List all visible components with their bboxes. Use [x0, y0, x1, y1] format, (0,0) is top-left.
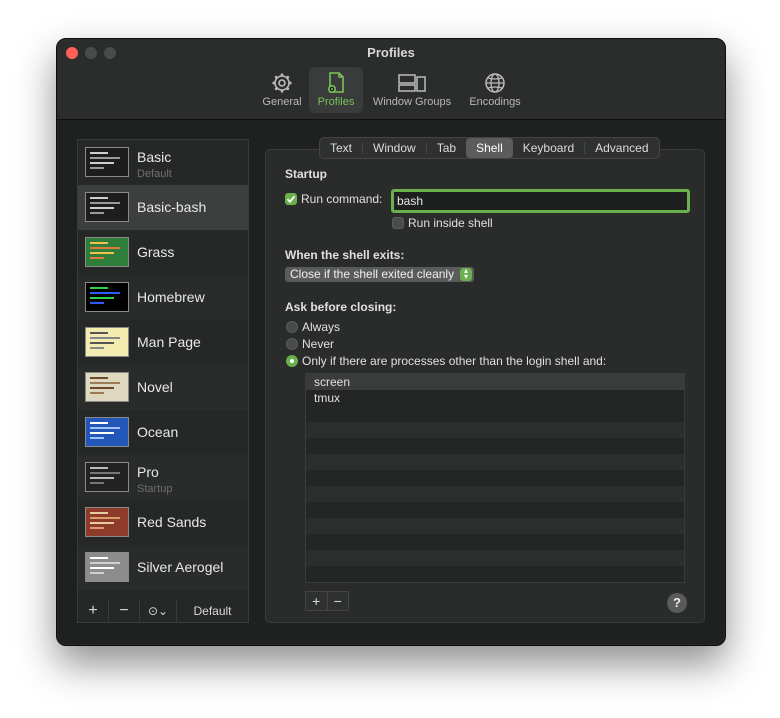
profile-name: Red Sands — [137, 514, 207, 530]
run-command-input[interactable]: bash — [391, 189, 690, 213]
profile-thumbnail — [85, 417, 129, 447]
set-default-profile-button[interactable]: Default — [177, 600, 248, 622]
add-process-button[interactable]: + — [306, 592, 328, 610]
tab-advanced[interactable]: Advanced — [585, 138, 658, 158]
profile-thumbnail — [85, 192, 129, 222]
profile-thumbnail — [85, 552, 129, 582]
profile-thumbnail — [85, 507, 129, 537]
toolbar-profiles[interactable]: Profiles — [309, 67, 363, 113]
profile-name: Grass — [137, 244, 175, 260]
profiles-window: Profiles General Profiles Window Groups … — [56, 38, 726, 646]
profile-name: Pro — [137, 464, 159, 480]
profile-item-pro[interactable]: Pro Startup — [78, 455, 248, 500]
list-item[interactable]: screen — [306, 374, 684, 390]
run-command-checkbox[interactable] — [285, 193, 297, 205]
toolbar-window-groups[interactable]: Window Groups — [369, 67, 455, 113]
title-bar: Profiles General Profiles Window Groups … — [57, 39, 725, 120]
toolbar-encodings-label: Encodings — [469, 96, 521, 108]
ask-processes-label: Only if there are processes other than t… — [302, 354, 607, 368]
list-item[interactable]: tmux — [306, 390, 684, 406]
tab-keyboard[interactable]: Keyboard — [513, 138, 584, 158]
ask-always-label: Always — [302, 320, 341, 334]
settings-tabs: Text Window Tab Shell Keyboard Advanced — [319, 137, 660, 159]
toolbar-encodings[interactable]: Encodings — [465, 67, 525, 113]
toolbar-profiles-label: Profiles — [317, 96, 355, 108]
remove-profile-button[interactable]: − — [109, 600, 140, 622]
run-command-label: Run command: — [301, 192, 383, 206]
tab-shell[interactable]: Shell — [466, 138, 513, 158]
process-list[interactable]: screen tmux — [305, 373, 685, 583]
profile-thumbnail — [85, 147, 129, 177]
tab-text[interactable]: Text — [320, 138, 362, 158]
shell-exit-heading: When the shell exits: — [285, 248, 405, 262]
profile-item-homebrew[interactable]: Homebrew — [78, 275, 248, 320]
profile-thumbnail — [85, 462, 129, 492]
profile-thumbnail — [85, 237, 129, 267]
profile-item-man-page[interactable]: Man Page — [78, 320, 248, 365]
shell-exit-popup-value: Close if the shell exited cleanly — [290, 267, 455, 281]
profile-thumbnail — [85, 372, 129, 402]
window-groups-icon — [398, 74, 426, 92]
profile-name: Man Page — [137, 334, 201, 350]
profile-name: Basic-bash — [137, 199, 207, 215]
ask-before-closing-heading: Ask before closing: — [285, 300, 397, 314]
tab-window[interactable]: Window — [363, 138, 426, 158]
profile-name: Silver Aerogel — [137, 559, 224, 575]
profile-name: Novel — [137, 379, 173, 395]
toolbar-general-label: General — [262, 96, 302, 108]
help-button[interactable]: ? — [667, 593, 687, 613]
checkmark-icon — [286, 195, 296, 204]
ask-never-label: Never — [302, 337, 335, 351]
add-profile-button[interactable]: + — [78, 600, 109, 622]
profile-item-grass[interactable]: Grass — [78, 230, 248, 275]
globe-icon — [485, 73, 505, 93]
toolbar-window-groups-label: Window Groups — [372, 96, 452, 108]
ask-never-radio[interactable] — [286, 338, 298, 350]
profile-item-silver-aerogel[interactable]: Silver Aerogel — [78, 545, 248, 590]
process-list-toolbar: + − — [305, 591, 349, 611]
profile-name: Homebrew — [137, 289, 205, 305]
profile-name: Ocean — [137, 424, 179, 440]
remove-process-button[interactable]: − — [328, 592, 349, 610]
run-inside-shell-label: Run inside shell — [408, 216, 493, 230]
profile-subtitle: Startup — [137, 483, 173, 495]
profile-item-basic[interactable]: Basic Default — [78, 140, 248, 185]
ask-always-radio[interactable] — [286, 321, 298, 333]
profile-item-basic-bash[interactable]: Basic-bash — [78, 185, 248, 230]
shell-exit-popup[interactable]: Close if the shell exited cleanly ▴ ▾ — [285, 267, 474, 282]
startup-heading: Startup — [285, 167, 327, 181]
profiles-list-toolbar: + − ⊙⌄ Default — [77, 600, 249, 623]
profile-subtitle: Default — [137, 168, 172, 180]
profile-thumbnail — [85, 327, 129, 357]
profile-item-ocean[interactable]: Ocean — [78, 410, 248, 455]
run-inside-shell-checkbox[interactable] — [392, 217, 404, 229]
profile-name: Basic — [137, 149, 172, 165]
tab-tab[interactable]: Tab — [427, 138, 466, 158]
profiles-list[interactable]: Basic Default Basic-bash Grass Homebrew … — [77, 139, 249, 601]
gear-icon — [272, 73, 292, 93]
profile-thumbnail — [85, 282, 129, 312]
ask-processes-radio[interactable] — [286, 355, 298, 367]
profile-item-novel[interactable]: Novel — [78, 365, 248, 410]
profile-actions-menu-button[interactable]: ⊙⌄ — [140, 600, 177, 622]
window-title: Profiles — [367, 45, 415, 60]
profiles-icon — [327, 72, 344, 94]
profile-item-red-sands[interactable]: Red Sands — [78, 500, 248, 545]
toolbar-general[interactable]: General — [259, 67, 305, 113]
chevron-up-down-icon: ▴ ▾ — [460, 267, 472, 281]
